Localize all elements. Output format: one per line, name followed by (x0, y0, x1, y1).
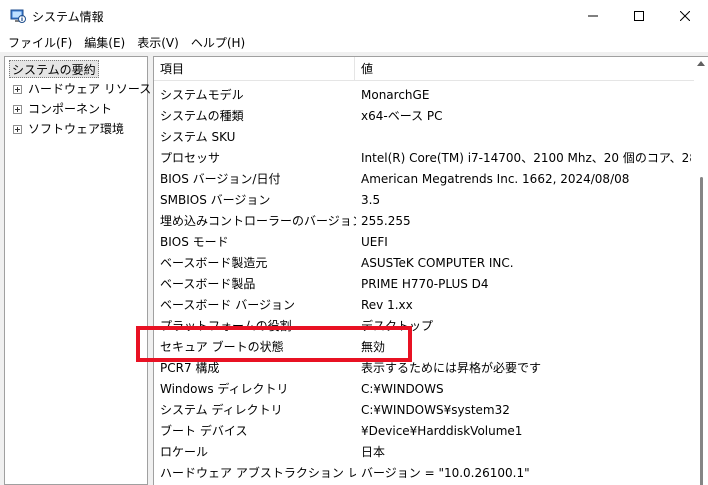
table-row[interactable]: ブート デバイス ¥Device¥HarddiskVolume1 (154, 421, 694, 442)
row-item: ブート デバイス (160, 424, 248, 438)
minimize-button[interactable] (570, 0, 616, 32)
table-row[interactable]: システムモデル MonarchGE (154, 85, 694, 106)
row-item: ベースボード製品 (160, 277, 256, 291)
menu-edit[interactable]: 編集(E) (80, 34, 129, 51)
tree-item-hardware-resources[interactable]: ハードウェア リソース (13, 80, 151, 98)
category-tree: システムの要約 ハードウェア リソース コンポーネント ソフトウェア環境 (4, 56, 151, 485)
details-list: 項目 値 システムモデル MonarchGE システムの種類 x64-ベース PC シス… (153, 56, 708, 485)
row-item: BIOS モード (160, 235, 229, 249)
maximize-icon (634, 11, 644, 21)
row-item: BIOS バージョン/日付 (160, 172, 281, 186)
title-bar: システム情報 (0, 0, 708, 32)
row-item: システム SKU (160, 130, 236, 144)
tree-item-label: コンポーネント (28, 102, 113, 116)
table-row[interactable]: Windows ディレクトリ C:¥WINDOWS (154, 379, 694, 400)
main-content: システムの要約 ハードウェア リソース コンポーネント ソフトウェア環境 項目 … (0, 52, 708, 485)
close-icon (680, 11, 690, 21)
row-value: x64-ベース PC (361, 109, 443, 123)
row-item: ハードウェア アブストラクション レイヤー (160, 466, 356, 480)
row-item: プロセッサ (160, 151, 221, 165)
system-information-icon (10, 9, 26, 23)
column-header-item[interactable]: 項目 (154, 57, 184, 81)
row-value: ¥Device¥HarddiskVolume1 (361, 424, 523, 438)
tree-item-label: ソフトウェア環境 (28, 122, 125, 136)
scroll-up-arrow-icon[interactable] (697, 61, 705, 66)
row-value: C:¥WINDOWS¥system32 (361, 403, 510, 417)
vertical-scrollbar[interactable] (694, 57, 708, 485)
row-value (361, 127, 691, 148)
row-item: ベースボード製造元 (160, 256, 268, 270)
tree-item-label: ハードウェア リソース (28, 82, 152, 96)
row-value: 255.255 (361, 214, 411, 228)
table-row[interactable]: ハードウェア アブストラクション レイヤーバージョン = "10.0.26100… (154, 463, 694, 484)
row-value: Rev 1.xx (361, 298, 413, 312)
row-item: ロケール (160, 445, 209, 459)
row-item: SMBIOS バージョン (160, 193, 271, 207)
row-value: 日本 (361, 445, 386, 459)
scroll-thumb[interactable] (700, 177, 703, 485)
table-row[interactable]: BIOS バージョン/日付 American Megatrends Inc. 16… (154, 169, 694, 190)
table-row[interactable]: システム SKU (154, 127, 694, 148)
maximize-button[interactable] (616, 0, 662, 32)
row-item: システムモデル (160, 88, 244, 102)
row-value: MonarchGE (361, 88, 430, 102)
row-item: ベースボード バージョン (160, 298, 295, 312)
table-row[interactable]: ロケール 日本 (154, 442, 694, 463)
table-row[interactable]: プロセッサ Intel(R) Core(TM) i7-14700、2100 Mhz… (154, 148, 694, 169)
menu-bar: ファイル(F) 編集(E) 表示(V) ヘルプ(H) (0, 32, 708, 52)
row-value: ASUSTeK COMPUTER INC. (361, 256, 514, 270)
row-value: PRIME H770-PLUS D4 (361, 277, 489, 291)
tree-item-system-summary[interactable]: システムの要約 (9, 60, 99, 78)
close-button[interactable] (662, 0, 708, 32)
tree-item-components[interactable]: コンポーネント (13, 100, 112, 118)
expand-icon[interactable] (13, 124, 22, 134)
menu-help[interactable]: ヘルプ(H) (187, 34, 249, 51)
row-value: UEFI (361, 235, 388, 249)
table-row[interactable]: ベースボード製造元 ASUSTeK COMPUTER INC. (154, 253, 694, 274)
list-header: 項目 値 (154, 57, 694, 81)
row-value: C:¥WINDOWS (361, 382, 444, 396)
row-value: Intel(R) Core(TM) i7-14700、2100 Mhz、20 個… (361, 151, 691, 165)
row-item: Windows ディレクトリ (160, 382, 289, 396)
menu-view[interactable]: 表示(V) (133, 34, 183, 51)
menu-file[interactable]: ファイル(F) (4, 34, 76, 51)
table-row[interactable]: システムの種類 x64-ベース PC (154, 106, 694, 127)
expand-icon[interactable] (13, 84, 22, 94)
row-value: 3.5 (361, 193, 381, 207)
table-row[interactable]: システム ディレクトリ C:¥WINDOWS¥system32 (154, 400, 694, 421)
column-header-value[interactable]: 値 (355, 57, 373, 81)
row-item: システムの種類 (160, 109, 244, 123)
minimize-icon (588, 15, 598, 17)
highlight-annotation (136, 326, 412, 362)
table-row[interactable]: 埋め込みコントローラーのバージョン 255.255 (154, 211, 694, 232)
row-value: American Megatrends Inc. 1662, 2024/08/0… (361, 172, 630, 186)
table-row[interactable]: BIOS モード UEFI (154, 232, 694, 253)
table-row[interactable]: ベースボード製品 PRIME H770-PLUS D4 (154, 274, 694, 295)
row-item: 埋め込みコントローラーのバージョン (160, 214, 356, 228)
window-title: システム情報 (32, 10, 104, 24)
table-row[interactable]: SMBIOS バージョン 3.5 (154, 190, 694, 211)
row-value: バージョン = "10.0.26100.1" (361, 466, 530, 480)
expand-icon[interactable] (13, 104, 22, 114)
tree-item-software-environment[interactable]: ソフトウェア環境 (13, 120, 124, 138)
row-item: システム ディレクトリ (160, 403, 283, 417)
table-row[interactable]: ベースボード バージョン Rev 1.xx (154, 295, 694, 316)
